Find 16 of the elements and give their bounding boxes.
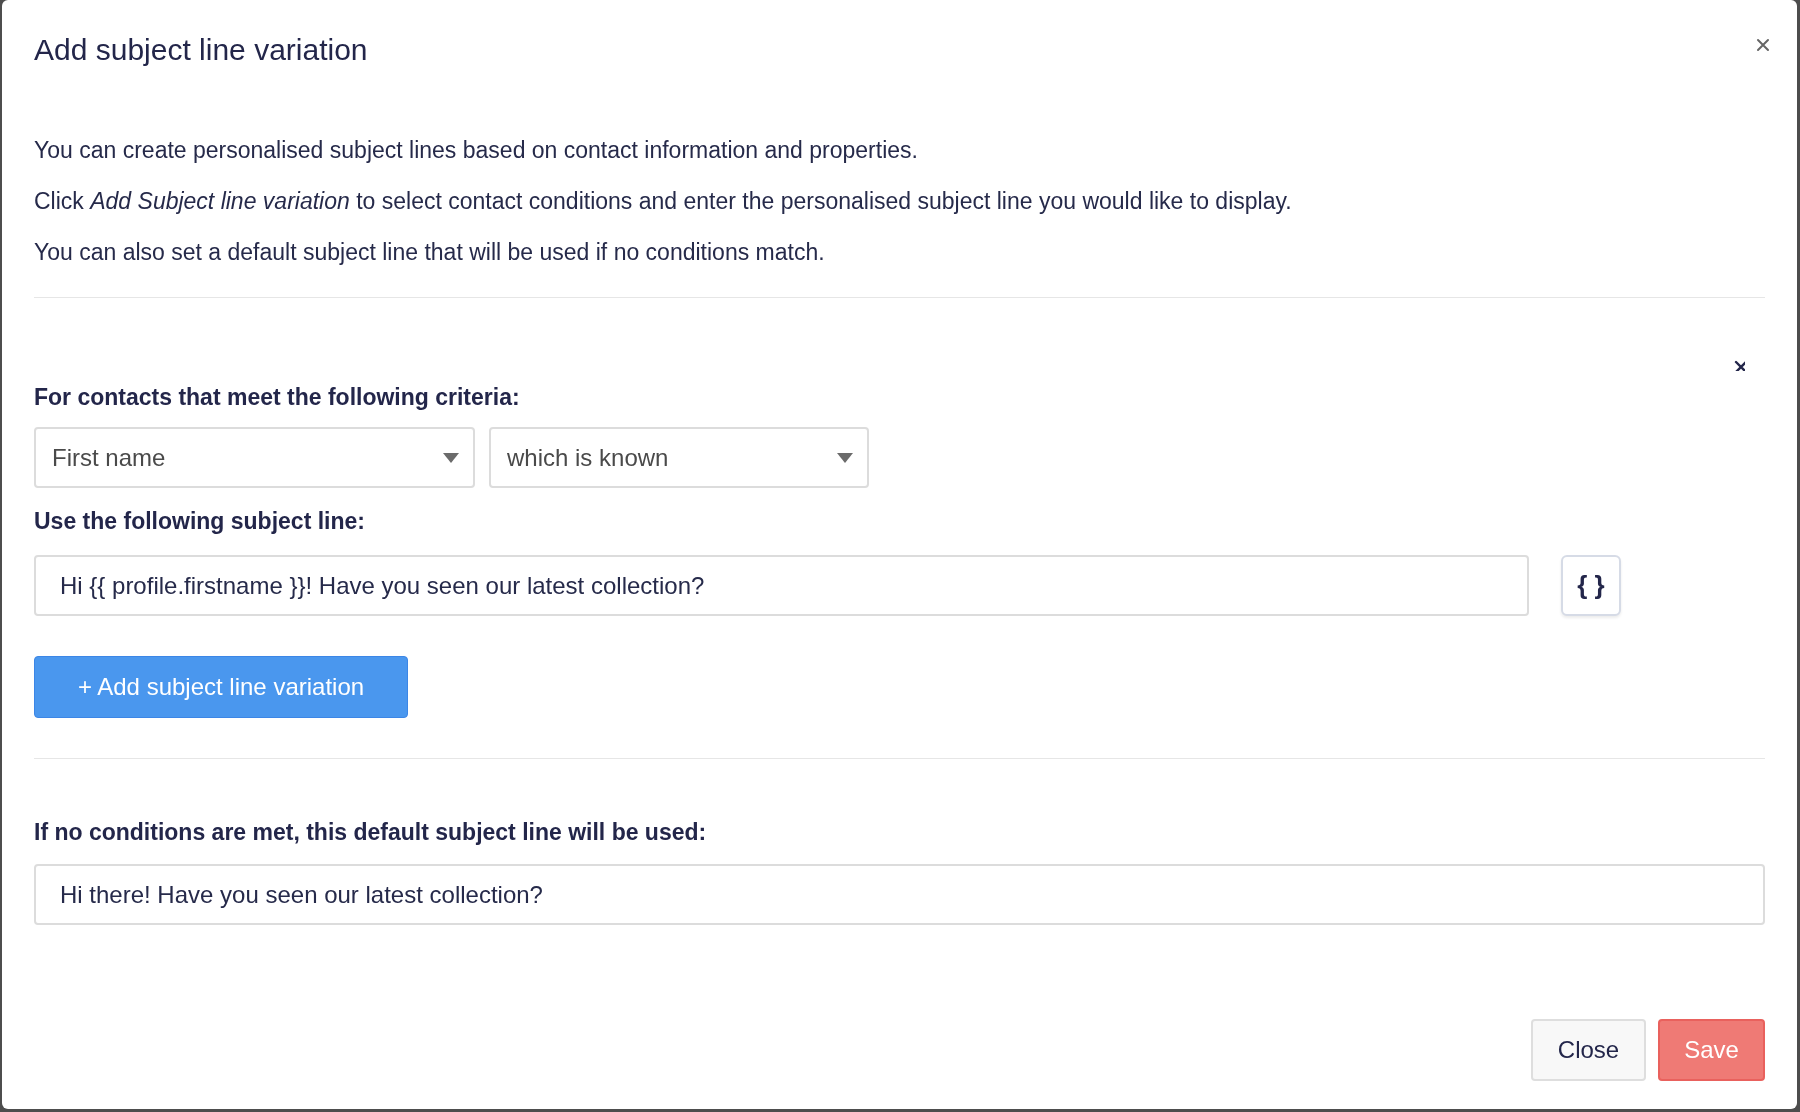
caret-icon	[837, 452, 853, 463]
text-field[interactable]: Hi {{ profile.firstname }}! Have you seen our latest collection?	[34, 555, 1529, 616]
dialog-title: Add subject line variation	[34, 33, 368, 67]
subject-label: Use the following subject line:	[34, 508, 366, 535]
text-field[interactable]: Hi there! Have you seen our latest collection?	[34, 864, 1765, 925]
insert-variable-button[interactable]: { }	[1561, 555, 1621, 616]
dropdown-field[interactable]: First name	[34, 427, 475, 488]
intro-text: You can also set a default subject line that will be used if no conditions match.	[34, 242, 826, 263]
intro-text: You can create personalised subject lines based on contact information and properties.	[34, 140, 919, 161]
dropdown-field[interactable]: which is known	[489, 427, 869, 488]
caret-icon	[443, 452, 459, 463]
close-button[interactable]: Close	[1531, 1019, 1646, 1081]
intro-text: Click Add Subject line variation to select contact conditions and enter the personalised subject line you would like to display.	[34, 191, 1293, 212]
criteria-label: For contacts that meet the following criteria:	[34, 384, 521, 411]
close-button[interactable]	[1756, 38, 1770, 52]
default-label: If no conditions are met, this default subject line will be used:	[34, 819, 708, 846]
